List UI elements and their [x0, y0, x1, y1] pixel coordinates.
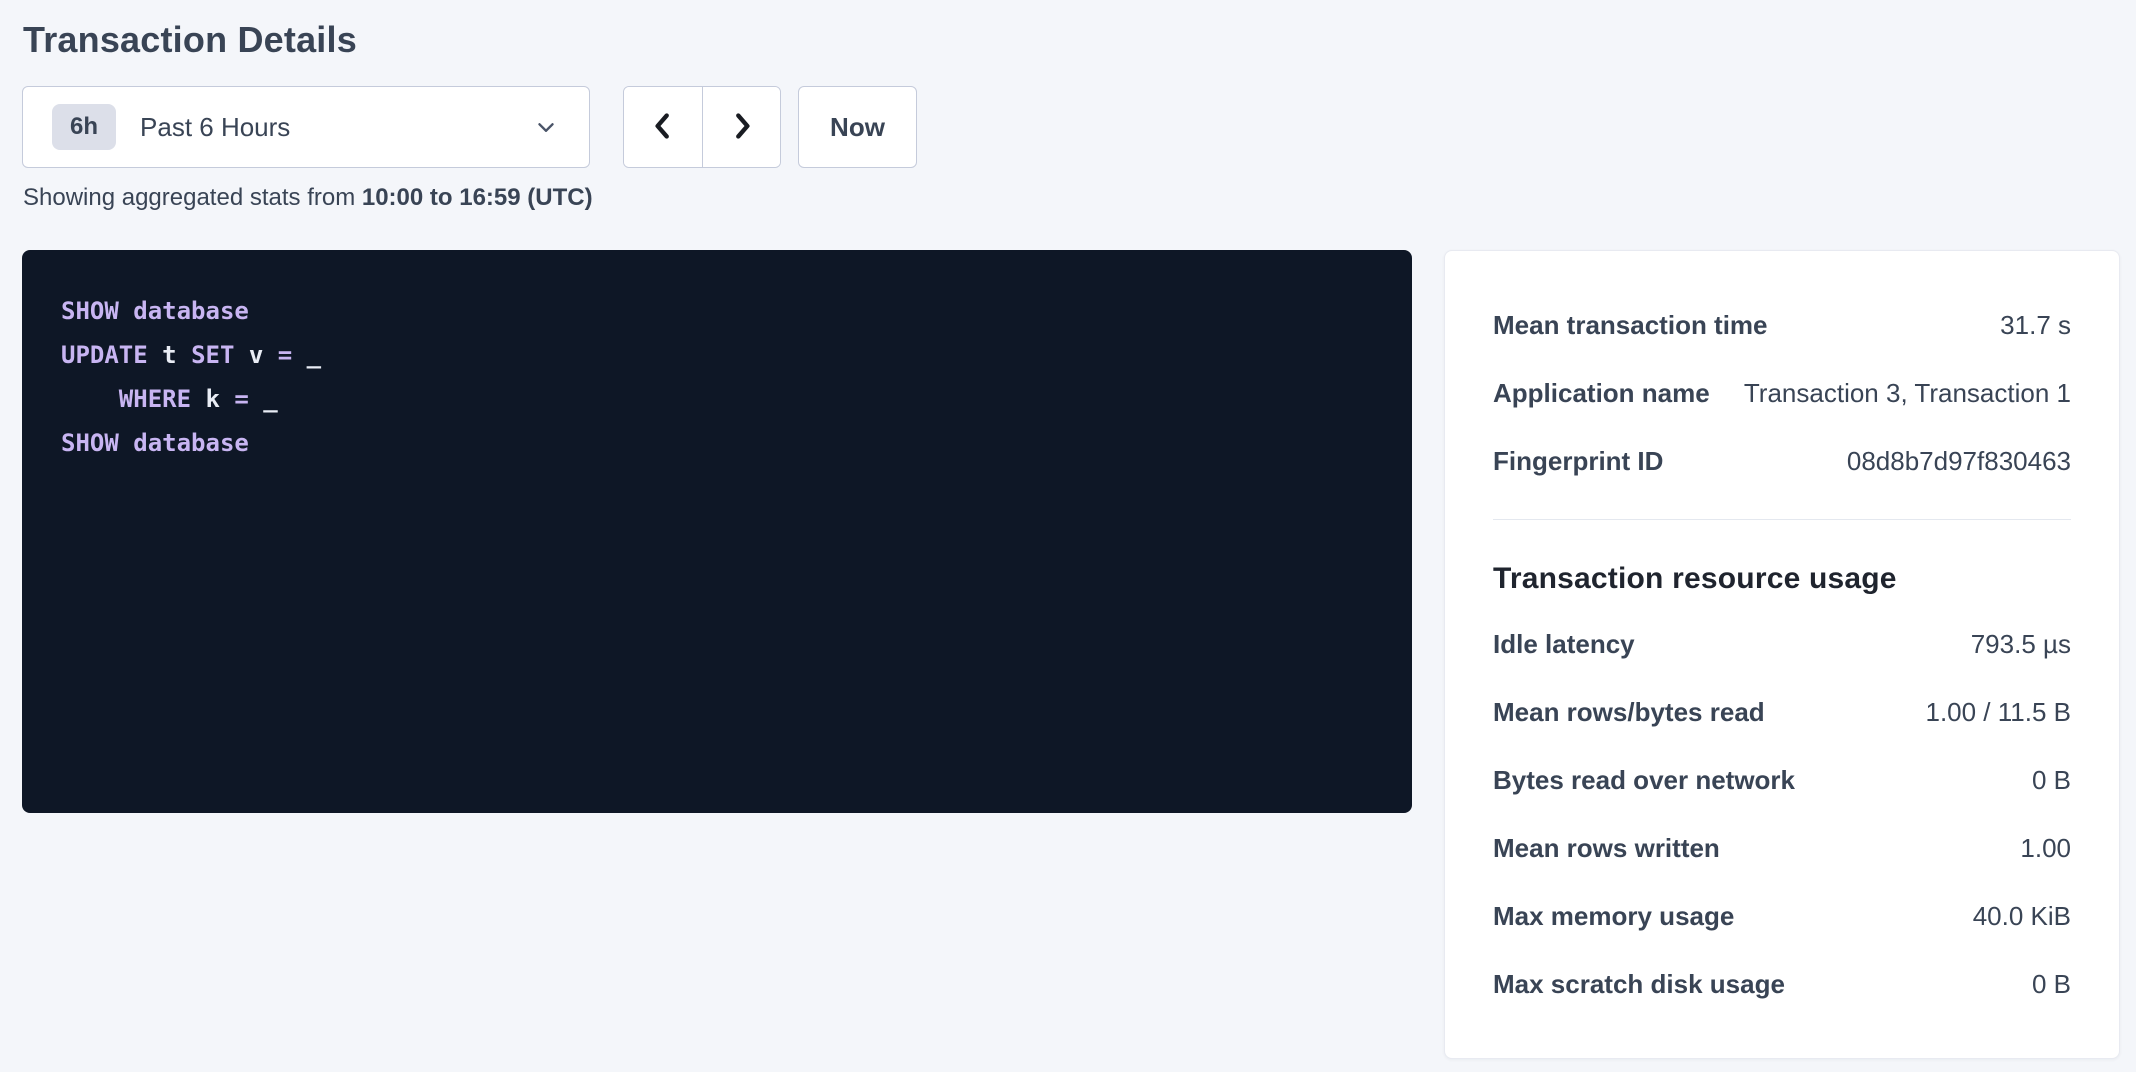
sql-token: t	[148, 341, 191, 369]
stat-label: Application name	[1493, 378, 1710, 409]
stat-value: Transaction 3, Transaction 1	[1744, 378, 2071, 409]
stat-row: Application name Transaction 3, Transacti…	[1493, 359, 2071, 427]
stats-note-range: 10:00 to 16:59 (UTC)	[362, 184, 593, 211]
stat-label: Max memory usage	[1493, 901, 1734, 932]
sql-line: SHOW database	[61, 421, 1382, 465]
time-range-label: Past 6 Hours	[140, 112, 290, 143]
sql-token: _	[249, 385, 278, 413]
sql-token: SHOW	[61, 297, 119, 325]
sql-token: SHOW	[61, 429, 119, 457]
sql-line: UPDATE t SET v = _	[61, 333, 1382, 377]
stat-label: Mean rows written	[1493, 833, 1720, 864]
sql-token: k	[191, 385, 234, 413]
stat-row: Idle latency 793.5 µs	[1493, 610, 2071, 678]
usage-rows: Idle latency 793.5 µs Mean rows/bytes read…	[1493, 610, 2071, 1018]
stat-value: 0 B	[2032, 765, 2071, 796]
stat-value: 793.5 µs	[1971, 629, 2071, 660]
sql-token	[119, 429, 133, 457]
time-controls-toolbar: 6h Past 6 Hours Now	[22, 86, 2120, 168]
sql-statement-box: SHOW databaseUPDATE t SET v = _ WHERE k …	[22, 250, 1412, 813]
stat-value: 1.00	[2020, 833, 2071, 864]
sql-token	[61, 385, 119, 413]
prev-time-button[interactable]	[624, 87, 702, 167]
stat-value: 0 B	[2032, 969, 2071, 1000]
sql-token: database	[133, 429, 249, 457]
sql-line: WHERE k = _	[61, 377, 1382, 421]
stat-value: 08d8b7d97f830463	[1847, 446, 2071, 477]
sql-token: SET	[191, 341, 234, 369]
sql-token: database	[133, 297, 249, 325]
sql-token	[119, 297, 133, 325]
stat-label: Max scratch disk usage	[1493, 969, 1785, 1000]
sql-token: v	[234, 341, 277, 369]
next-time-button[interactable]	[702, 87, 780, 167]
stat-label: Mean rows/bytes read	[1493, 697, 1765, 728]
stat-row: Mean rows/bytes read 1.00 / 11.5 B	[1493, 678, 2071, 746]
stat-value: 1.00 / 11.5 B	[1925, 697, 2071, 728]
now-button[interactable]: Now	[798, 86, 917, 168]
sql-token: =	[234, 385, 248, 413]
summary-rows: Mean transaction time 31.7 s Application n…	[1493, 291, 2071, 495]
stat-label: Fingerprint ID	[1493, 446, 1663, 477]
chevron-right-icon	[725, 109, 759, 146]
stat-row: Fingerprint ID 08d8b7d97f830463	[1493, 427, 2071, 495]
transaction-details-page: Transaction Details 6h Past 6 Hours Now …	[0, 0, 2136, 1072]
stat-row: Bytes read over network 0 B	[1493, 746, 2071, 814]
resource-usage-heading: Transaction resource usage	[1493, 562, 2071, 596]
stat-row: Mean rows written 1.00	[1493, 814, 2071, 882]
stat-value: 40.0 KiB	[1973, 901, 2071, 932]
chevron-down-icon	[533, 114, 559, 140]
card-divider	[1493, 519, 2071, 520]
time-range-dropdown[interactable]: 6h Past 6 Hours	[22, 86, 590, 168]
stat-label: Mean transaction time	[1493, 310, 1768, 341]
time-nav-button-group	[623, 86, 781, 168]
sql-token: =	[278, 341, 292, 369]
stat-label: Idle latency	[1493, 629, 1635, 660]
main-content: SHOW databaseUPDATE t SET v = _ WHERE k …	[22, 250, 2120, 1059]
stat-row: Max memory usage 40.0 KiB	[1493, 882, 2071, 950]
sql-line: SHOW database	[61, 289, 1382, 333]
chevron-left-icon	[646, 109, 680, 146]
stat-value: 31.7 s	[2000, 310, 2071, 341]
page-title: Transaction Details	[23, 18, 2120, 62]
sql-token: _	[292, 341, 321, 369]
sql-token: UPDATE	[61, 341, 148, 369]
stats-note-prefix: Showing aggregated stats from	[23, 184, 362, 211]
stats-note: Showing aggregated stats from 10:00 to 1…	[23, 184, 2120, 212]
stat-label: Bytes read over network	[1493, 765, 1795, 796]
details-card: Mean transaction time 31.7 s Application n…	[1444, 250, 2120, 1059]
sql-token: WHERE	[119, 385, 191, 413]
stat-row: Max scratch disk usage 0 B	[1493, 950, 2071, 1018]
time-range-badge: 6h	[52, 104, 116, 150]
stat-row: Mean transaction time 31.7 s	[1493, 291, 2071, 359]
